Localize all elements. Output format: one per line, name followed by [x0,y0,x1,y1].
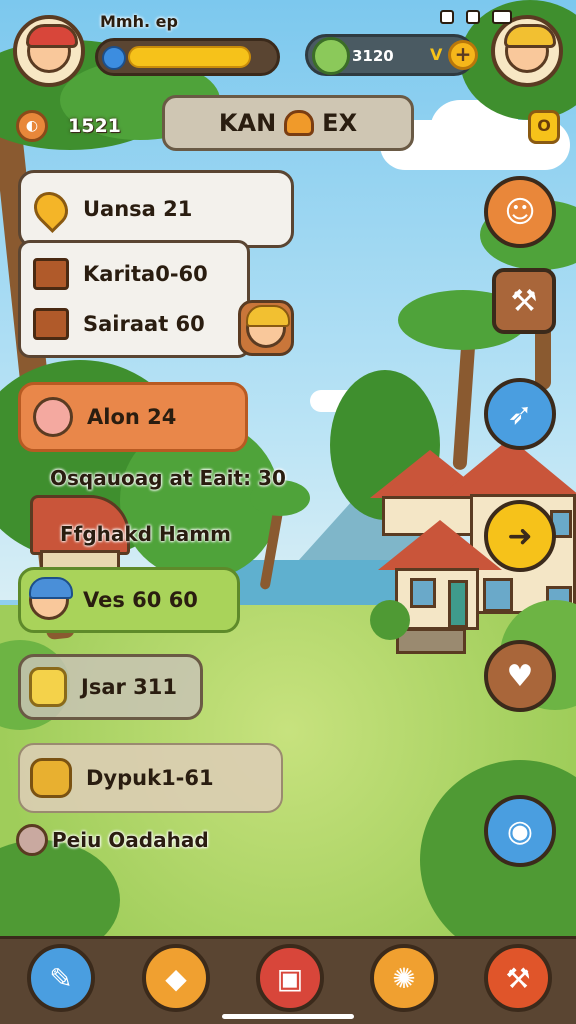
pig-face-icon: ♥ [506,658,534,694]
quest-label: Alon 24 [87,405,177,429]
currency-value: 3120 [352,47,394,65]
boy-face-icon [29,577,73,620]
quest-panel-dypuk[interactable]: Dypuk1-61 [18,743,283,813]
quest-info-text: Osqauoag at Eait: 30 [50,466,286,490]
shield-icon: ◆ [165,961,187,995]
game-scene [0,0,576,1024]
friend-avatar[interactable] [491,15,563,87]
quest-footer-label: Peiu Oadahad [52,828,209,852]
title-left: KAN [218,109,277,137]
house-door [448,580,468,628]
quest-label: Dypuk1-61 [86,766,214,790]
cat-face-icon: ☺ [504,194,536,230]
pig-button[interactable]: ♥ [484,640,556,712]
player-name: Mmh. ep [100,12,178,31]
quest-label: Jsar 311 [81,675,177,699]
map-pin-icon [26,184,76,234]
quest-panel-1[interactable]: Uansa 21 [18,170,294,248]
lion-face-icon [246,305,290,348]
status-bar [440,10,512,24]
coin-icon: ◐ [16,110,48,142]
globe-icon: ◉ [506,813,534,849]
house-steps [396,628,466,654]
coin-shop-button[interactable]: O [528,110,560,144]
coin-value: 1521 [68,115,121,137]
quest-list-panel: Karita0-60 Sairaat 60 [18,240,250,358]
quest-label: Ves 60 60 [83,588,198,612]
chest-icon [33,258,69,290]
quest-footer[interactable]: Peiu Oadahad [16,824,209,856]
hammer-icon: ⚒ [505,961,531,995]
nav-quill-button[interactable]: ✎ [27,944,95,1012]
nav-book-button[interactable]: ▣ [256,944,324,1012]
barrel-icon [30,758,72,798]
face-currency-icon [312,37,350,75]
globe-button[interactable]: ◉ [484,795,556,867]
feather-button[interactable]: ➶ [484,378,556,450]
gem-icon [102,46,126,70]
quest-item[interactable]: Sairaat 60 [33,308,205,340]
gem-icon [16,824,48,856]
arrow-button[interactable]: ➜ [484,500,556,572]
feather-icon: ➶ [507,396,533,432]
book-icon: ▣ [276,961,304,995]
quest-label: Uansa 21 [83,197,193,221]
quest-item-label: Sairaat 60 [83,312,205,336]
xp-bar [95,38,280,76]
quest-item[interactable]: Karita0-60 [33,258,208,290]
bunny-face-icon [33,397,73,437]
tool-button[interactable]: ⚒ [492,268,556,334]
quill-icon: ✎ [49,961,73,995]
quest-info-text: Ffghakd Hamm [60,522,231,546]
bush [370,600,410,640]
house-window [483,578,513,612]
battery-icon [492,10,512,24]
nav-hammer-button[interactable]: ⚒ [484,944,552,1012]
title-right: EX [322,109,358,137]
wifi-icon [466,10,480,24]
chest-icon [33,308,69,340]
jar-icon [29,667,67,707]
coin-counter: ◐ 1521 [16,110,121,142]
arrow-right-icon: ➜ [507,518,533,554]
quest-panel-alon[interactable]: Alon 24 [18,382,248,452]
nav-shield-button[interactable]: ◆ [142,944,210,1012]
helmet-icon [284,110,315,136]
nav-sun-button[interactable]: ✺ [370,944,438,1012]
title-plate[interactable]: KAN EX [162,95,414,151]
house-window [410,578,436,608]
currency-suffix: V [430,45,443,64]
currency-display: 3120 V + [305,34,478,76]
friend-face [504,24,556,73]
pin-tool-icon: ⚒ [510,283,538,319]
add-currency-button[interactable]: + [448,40,478,70]
xp-bar-fill [128,46,251,68]
quest-helper-button[interactable] [238,300,294,356]
house-roof [378,520,502,570]
home-indicator[interactable] [222,1014,354,1019]
signal-icon [440,10,454,24]
quest-panel-ves[interactable]: Ves 60 60 [18,567,240,633]
quest-panel-jsar[interactable]: Jsar 311 [18,654,203,720]
player-face [26,24,78,73]
quest-item-label: Karita0-60 [83,262,208,286]
player-avatar[interactable] [13,15,85,87]
sun-icon: ✺ [392,961,416,995]
character-button[interactable]: ☺ [484,176,556,248]
